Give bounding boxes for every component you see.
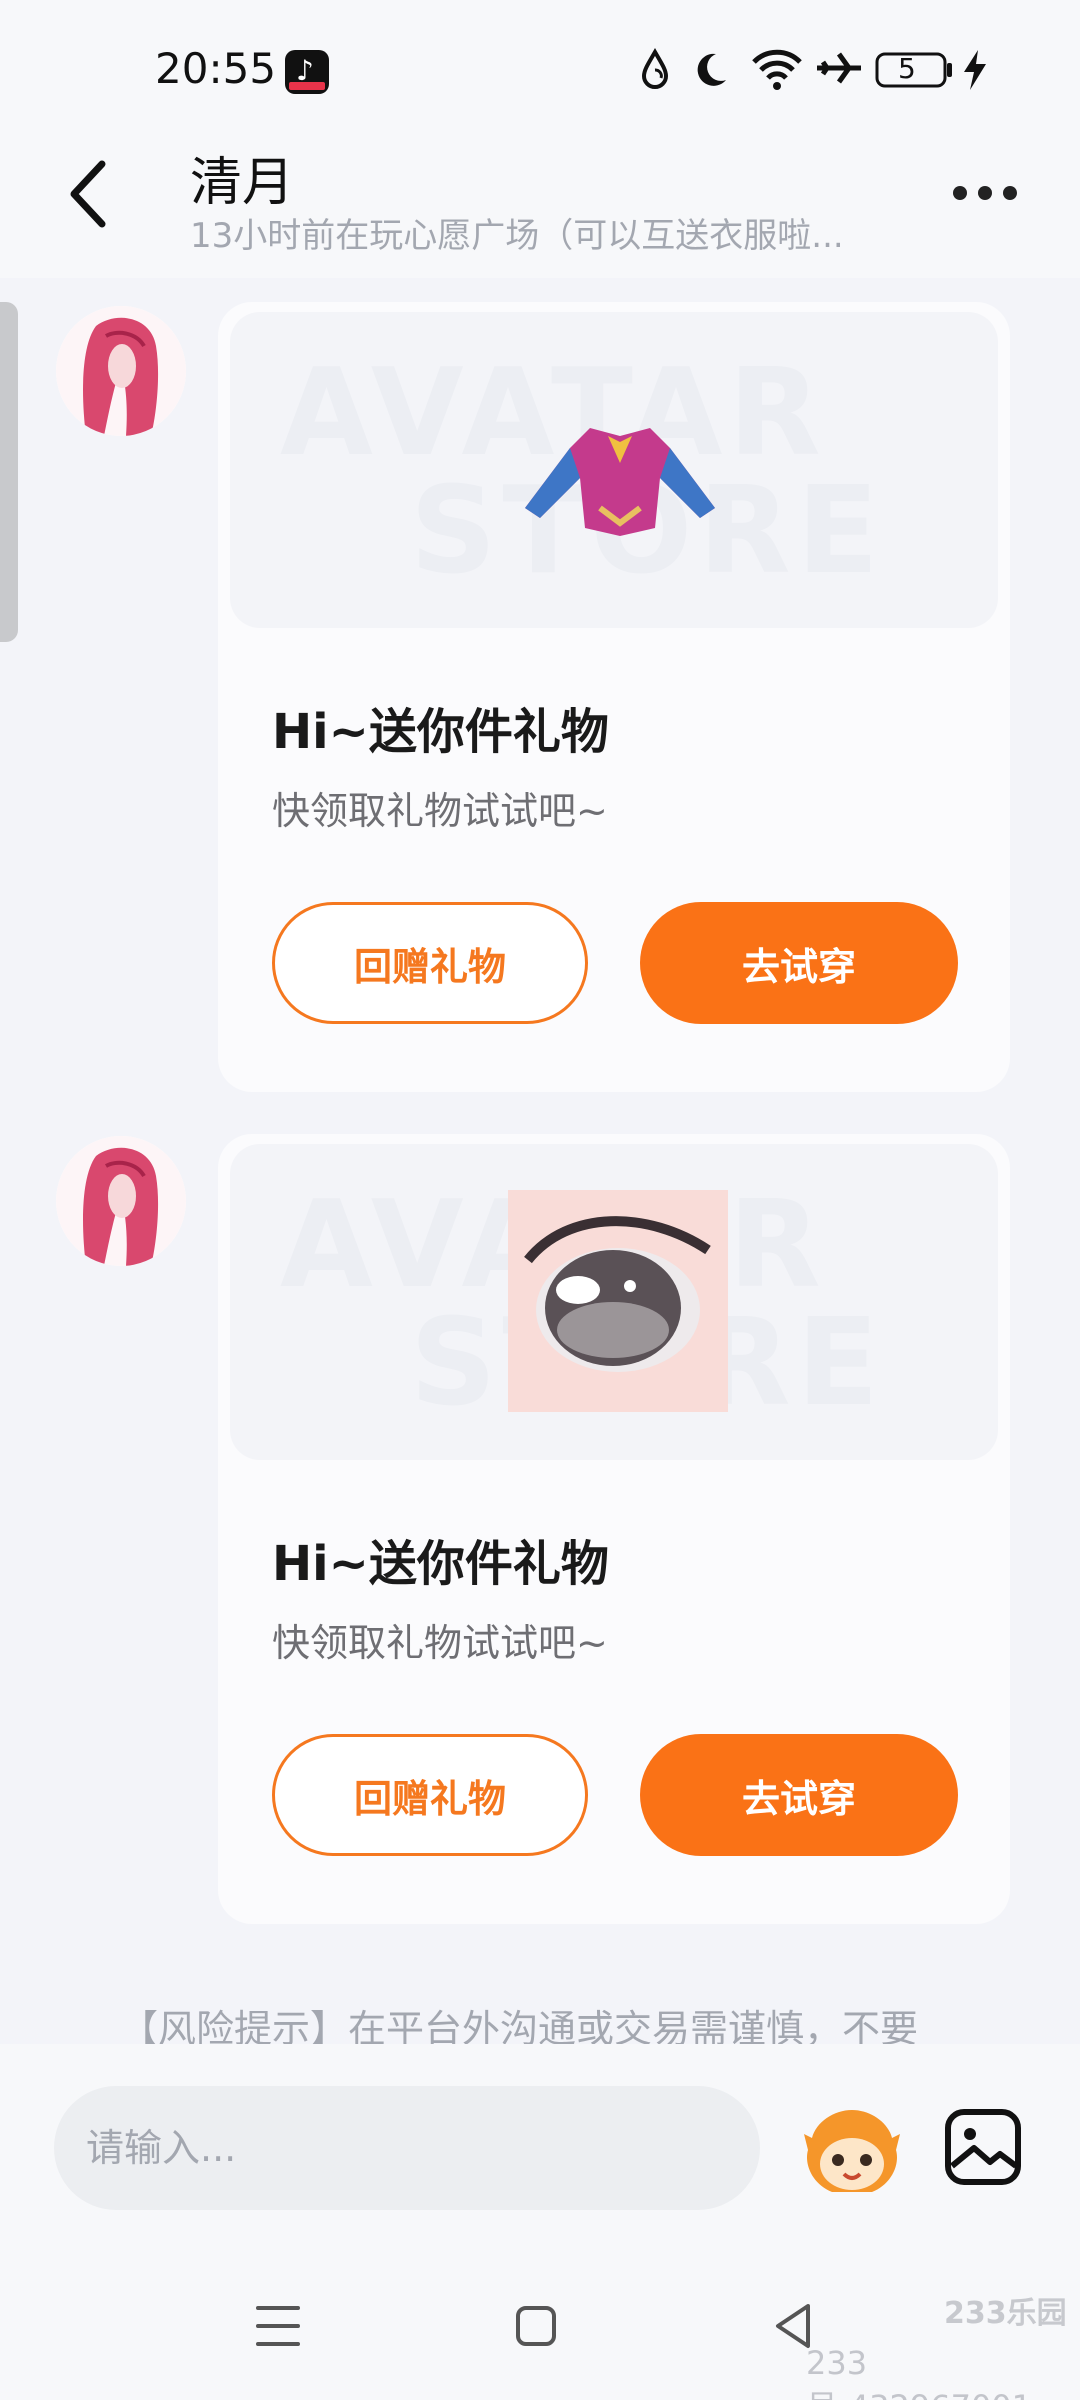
sender-avatar[interactable] — [56, 306, 186, 436]
gift-image: AVATAR STORE — [230, 312, 998, 628]
battery-level: 5 — [898, 52, 916, 85]
risk-notice: 【风险提示】在平台外沟通或交易需谨慎，不要 — [120, 2007, 919, 2044]
contact-status: 13小时前在玩心愿广场（可以互送衣服啦... — [190, 216, 844, 256]
eye-icon — [508, 1190, 728, 1412]
menu-icon[interactable] — [248, 2296, 308, 2356]
status-bar: 20:55 ♪ 5 — [0, 0, 1080, 118]
message-input[interactable] — [54, 2086, 760, 2210]
sender-avatar[interactable] — [56, 1136, 186, 1266]
system-nav-bar: 233乐园 233号:432967001 — [0, 2244, 1080, 2400]
home-icon[interactable] — [506, 2296, 566, 2356]
moon-icon — [697, 53, 726, 86]
gift-subtitle: 快领取礼物试试吧~ — [272, 1621, 608, 1665]
image-picker-icon[interactable] — [944, 2108, 1022, 2186]
charging-icon — [964, 50, 986, 90]
tiktok-icon: ♪ — [285, 50, 329, 94]
status-time: 20:55 — [155, 44, 277, 93]
contact-name: 清月 — [190, 153, 295, 213]
more-options-button[interactable] — [950, 168, 1020, 218]
jacket-icon — [525, 428, 715, 536]
gift-title: Hi~送你件礼物 — [272, 1536, 609, 1592]
input-bar — [0, 2044, 1080, 2244]
gift-card: AVATAR STORE Hi~送你件礼物 快领取礼物试试吧~ 回赠礼物 去试穿 — [218, 302, 1010, 1092]
edge-panel-handle[interactable] — [0, 302, 18, 642]
try-on-button[interactable]: 去试穿 — [640, 1734, 958, 1856]
return-gift-button[interactable]: 回赠礼物 — [272, 1734, 588, 1856]
watermark-logo: 233乐园 — [944, 2296, 1067, 2331]
watermark-id: 233号:432967001 — [806, 2344, 1032, 2400]
water-drop-icon — [641, 48, 669, 89]
back-button[interactable] — [60, 154, 120, 234]
airplane-icon — [817, 52, 861, 84]
gift-subtitle: 快领取礼物试试吧~ — [272, 789, 608, 833]
wifi-icon — [752, 49, 802, 90]
gift-title: Hi~送你件礼物 — [272, 704, 609, 760]
mascot-emoji-button[interactable] — [800, 2104, 904, 2200]
try-on-button[interactable]: 去试穿 — [640, 902, 958, 1024]
return-gift-button[interactable]: 回赠礼物 — [272, 902, 588, 1024]
gift-card: AVATAR STORE Hi~送你件礼物 快领取礼物试试吧~ 回赠礼物 去试穿 — [218, 1134, 1010, 1924]
gift-image: AVATAR STORE — [230, 1144, 998, 1460]
chat-header: 清月 13小时前在玩心愿广场（可以互送衣服啦... — [0, 118, 1080, 278]
